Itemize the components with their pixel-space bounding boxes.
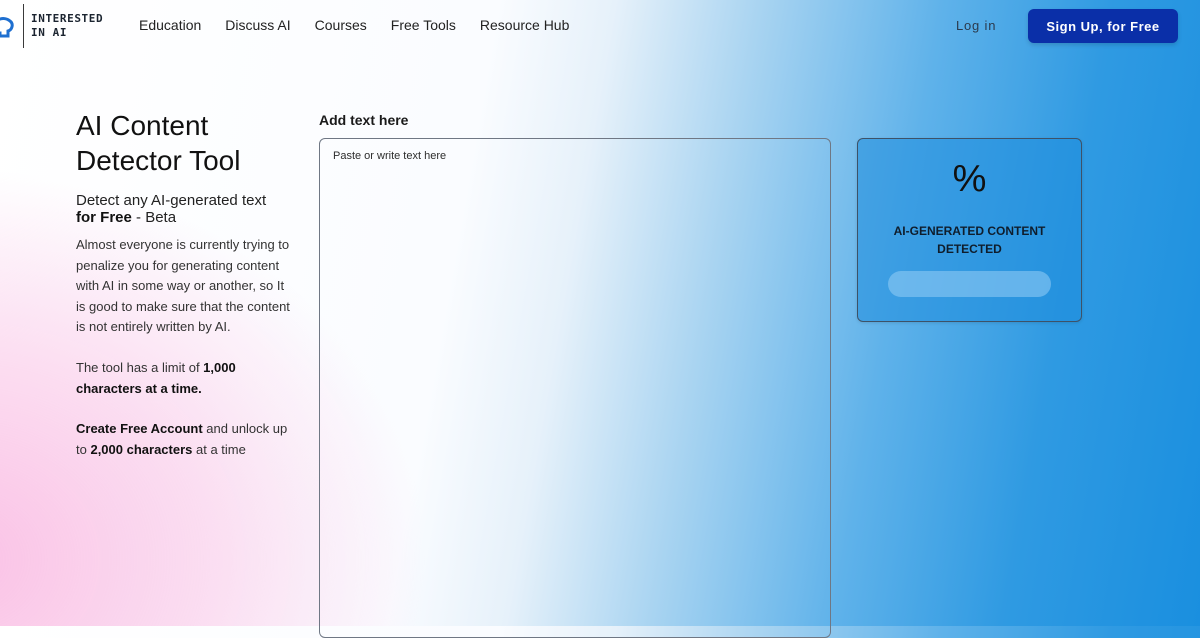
login-link[interactable]: Log in bbox=[956, 18, 996, 33]
nav-education[interactable]: Education bbox=[139, 17, 201, 33]
create-account-link[interactable]: Create Free Account bbox=[76, 421, 203, 436]
content-textarea[interactable] bbox=[319, 138, 831, 638]
top-navbar: INTERESTED IN AI Education Discuss AI Co… bbox=[0, 0, 1200, 52]
page-title: AI Content Detector Tool bbox=[76, 108, 296, 178]
character-limit-note: The tool has a limit of 1,000 characters… bbox=[76, 358, 296, 399]
logo-line-2: IN AI bbox=[31, 26, 68, 39]
subtitle-beta: - Beta bbox=[131, 209, 177, 226]
head-silhouette-icon bbox=[0, 17, 14, 38]
account-suffix: at a time bbox=[192, 441, 246, 457]
limit-prefix: The tool has a limit of bbox=[76, 359, 204, 375]
percent-score: % bbox=[952, 158, 987, 200]
intro-column: AI Content Detector Tool Detect any AI-g… bbox=[76, 108, 296, 460]
account-upsell-note: Create Free Account and unlock up to 2,0… bbox=[76, 419, 296, 460]
result-label-line-2: DETECTED bbox=[937, 242, 1002, 256]
signup-button[interactable]: Sign Up, for Free bbox=[1028, 9, 1178, 43]
result-label: AI-GENERATED CONTENT DETECTED bbox=[858, 222, 1081, 258]
result-label-line-1: AI-GENERATED CONTENT bbox=[893, 224, 1046, 238]
nav-free-tools[interactable]: Free Tools bbox=[391, 17, 456, 33]
nav-discuss-ai[interactable]: Discuss AI bbox=[225, 17, 290, 33]
page-title-line-1: AI Content bbox=[76, 110, 209, 141]
logo-divider bbox=[23, 4, 24, 48]
logo-line-1: INTERESTED bbox=[31, 12, 104, 25]
page-title-line-2: Detector Tool bbox=[76, 145, 241, 176]
account-limit-value: 2,000 characters bbox=[90, 441, 193, 457]
page-subtitle: Detect any AI-generated text for Free - … bbox=[76, 192, 296, 226]
logo-wordmark: INTERESTED IN AI bbox=[31, 12, 121, 40]
intro-description: Almost everyone is currently trying to p… bbox=[76, 237, 290, 335]
nav-courses[interactable]: Courses bbox=[315, 17, 367, 33]
nav-resource-hub[interactable]: Resource Hub bbox=[480, 17, 570, 33]
detection-progress-bar bbox=[888, 271, 1051, 297]
subtitle-text: Detect any AI-generated text bbox=[76, 192, 267, 209]
main-nav: Education Discuss AI Courses Free Tools … bbox=[139, 17, 593, 33]
text-input-label: Add text here bbox=[319, 112, 409, 128]
subtitle-free: for Free bbox=[76, 209, 132, 226]
detection-result-panel: % AI-GENERATED CONTENT DETECTED bbox=[857, 138, 1082, 322]
